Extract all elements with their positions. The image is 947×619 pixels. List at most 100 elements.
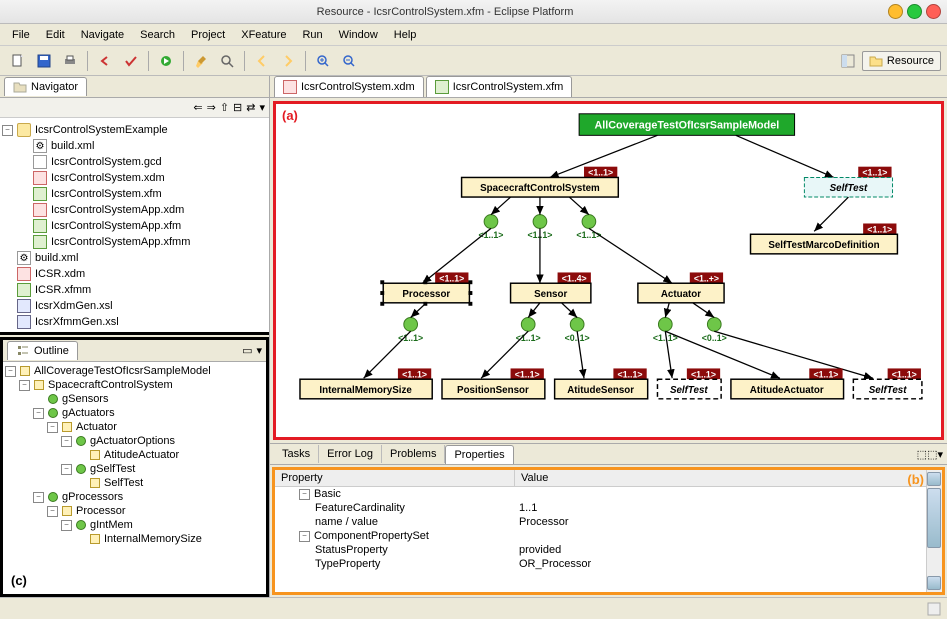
scroll-thumb[interactable] xyxy=(927,488,941,548)
menu-file[interactable]: File xyxy=(4,27,38,43)
editor-tab-xfm[interactable]: IcsrControlSystem.xfm xyxy=(426,76,573,97)
scroll-up-icon[interactable] xyxy=(927,472,941,486)
validate-icon[interactable] xyxy=(119,50,143,72)
minimize-icon[interactable] xyxy=(888,4,903,19)
outline-item[interactable]: −gIntMem xyxy=(5,518,264,532)
property-row[interactable]: −Basic xyxy=(275,487,942,501)
node-selftest3[interactable]: SelfTest xyxy=(869,385,907,396)
feature-diagram[interactable]: (a) AllCoverageTestOfIcsrSampleModel <1.… xyxy=(273,101,944,440)
properties-body[interactable]: −BasicFeatureCardinality1..1name / value… xyxy=(275,487,942,592)
nav-forward-icon[interactable]: ⇒ xyxy=(207,101,216,114)
view-menu-icon[interactable]: ▾ xyxy=(259,101,265,114)
node-ims[interactable]: InternalMemorySize xyxy=(319,385,412,396)
scroll-down-icon[interactable] xyxy=(927,576,941,590)
node-selftest[interactable]: SelfTest xyxy=(830,183,868,194)
zoom-out-icon[interactable] xyxy=(337,50,361,72)
scrollbar[interactable] xyxy=(926,470,942,592)
perspective-resource[interactable]: Resource xyxy=(862,51,941,71)
property-row[interactable]: FeatureCardinality1..1 xyxy=(275,501,942,515)
tab-errorlog[interactable]: Error Log xyxy=(319,445,382,463)
props-tool2-icon[interactable]: ⬚ xyxy=(927,448,937,461)
navigator-view[interactable]: −IcsrControlSystemExample⚙build.xmlIcsrC… xyxy=(0,118,269,335)
menu-search[interactable]: Search xyxy=(132,27,183,43)
expand-icon[interactable]: − xyxy=(299,531,310,542)
menu-run[interactable]: Run xyxy=(294,27,330,43)
node-scs[interactable]: SpacecraftControlSystem xyxy=(480,183,600,194)
expand-icon[interactable]: − xyxy=(33,492,44,503)
tree-item[interactable]: IcsrControlSystem.xfm xyxy=(18,186,267,202)
expand-icon[interactable]: − xyxy=(61,436,72,447)
tree-item[interactable]: −IcsrControlSystemExample xyxy=(2,122,267,138)
node-attact[interactable]: AtitudeActuator xyxy=(750,385,824,396)
property-row[interactable]: StatusPropertyprovided xyxy=(275,543,942,557)
tab-properties[interactable]: Properties xyxy=(445,445,513,464)
outline-tree[interactable]: −AllCoverageTestOfIcsrSampleModel−Spacec… xyxy=(3,362,266,594)
outline-item[interactable]: −gActuators xyxy=(5,406,264,420)
node-pos[interactable]: PositionSensor xyxy=(457,385,529,396)
node-att[interactable]: AtitudeSensor xyxy=(567,385,634,396)
edit-icon[interactable] xyxy=(189,50,213,72)
property-row[interactable]: −ComponentPropertySet xyxy=(275,529,942,543)
menu-navigate[interactable]: Navigate xyxy=(73,27,132,43)
tree-item[interactable]: IcsrControlSystem.xdm xyxy=(18,170,267,186)
outline-item[interactable]: −Actuator xyxy=(5,420,264,434)
node-selftest2[interactable]: SelfTest xyxy=(670,385,708,396)
node-actuator[interactable]: Actuator xyxy=(661,289,701,300)
tree-item[interactable]: IcsrXdmGen.xsl xyxy=(2,298,267,314)
link-editor-icon[interactable]: ⇄ xyxy=(246,101,255,114)
tree-item[interactable]: ⚙build.xml xyxy=(2,250,267,266)
navigator-tab[interactable]: Navigator xyxy=(4,77,87,96)
tree-item[interactable]: IcsrControlSystemApp.xfm xyxy=(18,218,267,234)
expand-icon[interactable]: − xyxy=(47,422,58,433)
tree-item[interactable]: IcsrControlSystemApp.xfmm xyxy=(18,234,267,250)
tree-item[interactable]: ⚙build.xml xyxy=(18,138,267,154)
expand-icon[interactable]: − xyxy=(2,125,13,136)
expand-icon[interactable]: − xyxy=(299,489,310,500)
expand-icon[interactable]: − xyxy=(61,464,72,475)
save-icon[interactable] xyxy=(32,50,56,72)
new-icon[interactable] xyxy=(6,50,30,72)
tree-item[interactable]: IcsrControlSystem.gcd xyxy=(18,154,267,170)
editor-tab-xdm[interactable]: IcsrControlSystem.xdm xyxy=(274,76,424,97)
forward-icon[interactable] xyxy=(276,50,300,72)
undo-icon[interactable] xyxy=(93,50,117,72)
node-sensor[interactable]: Sensor xyxy=(534,289,567,300)
outline-item[interactable]: −gSelfTest xyxy=(5,462,264,476)
close-icon[interactable] xyxy=(926,4,941,19)
col-property[interactable]: Property xyxy=(275,470,515,486)
menu-project[interactable]: Project xyxy=(183,27,233,43)
expand-icon[interactable]: − xyxy=(5,366,16,377)
menu-help[interactable]: Help xyxy=(386,27,425,43)
outline-menu-icon[interactable]: ▾ xyxy=(256,344,262,357)
property-row[interactable]: name / valueProcessor xyxy=(275,515,942,529)
expand-icon[interactable]: − xyxy=(61,520,72,531)
node-selftestmarco[interactable]: SelfTestMarcoDefinition xyxy=(768,240,879,251)
menu-xfeature[interactable]: XFeature xyxy=(233,27,294,43)
menu-window[interactable]: Window xyxy=(331,27,386,43)
property-row[interactable]: TypePropertyOR_Processor xyxy=(275,557,942,571)
menu-edit[interactable]: Edit xyxy=(38,27,73,43)
outline-item[interactable]: AtitudeActuator xyxy=(5,448,264,462)
maximize-icon[interactable] xyxy=(907,4,922,19)
outline-item[interactable]: −SpacecraftControlSystem xyxy=(5,378,264,392)
tab-problems[interactable]: Problems xyxy=(382,445,445,463)
back-icon[interactable] xyxy=(250,50,274,72)
tab-tasks[interactable]: Tasks xyxy=(274,445,319,463)
col-value[interactable]: Value xyxy=(515,470,554,486)
outline-item[interactable]: −Processor xyxy=(5,504,264,518)
outline-item[interactable]: InternalMemorySize xyxy=(5,532,264,546)
outline-toolbar-icon[interactable]: ▭ xyxy=(242,344,252,357)
tree-item[interactable]: ICSR.xdm xyxy=(2,266,267,282)
props-tool1-icon[interactable]: ⬚ xyxy=(917,448,927,461)
open-perspective-icon[interactable] xyxy=(836,50,860,72)
expand-icon[interactable]: − xyxy=(33,408,44,419)
search-icon[interactable] xyxy=(215,50,239,72)
tree-item[interactable]: IcsrControlSystemApp.xdm xyxy=(18,202,267,218)
outline-item[interactable]: −gProcessors xyxy=(5,490,264,504)
nav-up-icon[interactable]: ⇧ xyxy=(220,101,229,114)
outline-root[interactable]: −AllCoverageTestOfIcsrSampleModel xyxy=(5,364,264,378)
zoom-in-icon[interactable] xyxy=(311,50,335,72)
node-root[interactable]: AllCoverageTestOfIcsrSampleModel xyxy=(595,119,780,131)
outline-tab[interactable]: Outline xyxy=(7,341,78,360)
props-menu-icon[interactable]: ▾ xyxy=(937,448,943,461)
